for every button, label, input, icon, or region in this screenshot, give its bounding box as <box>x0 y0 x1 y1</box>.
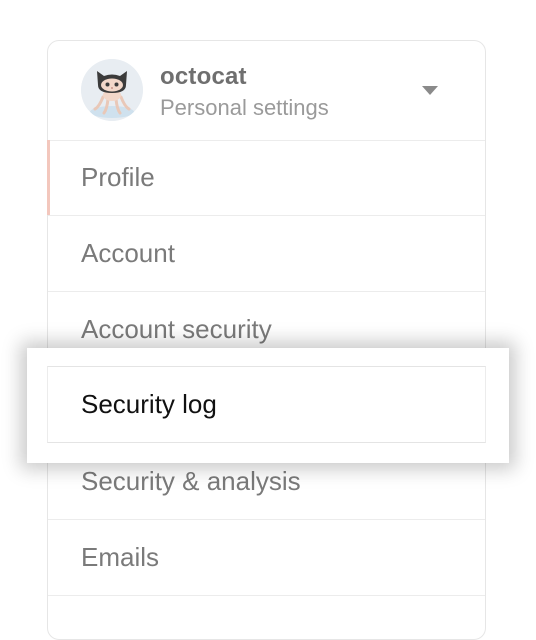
sidebar-item-label: Security log <box>81 389 217 419</box>
settings-sidebar: octocat Personal settings Profile Accoun… <box>47 40 486 640</box>
account-context-label: Personal settings <box>160 95 329 120</box>
active-indicator <box>47 140 50 215</box>
username: octocat <box>160 63 247 90</box>
octocat-avatar <box>81 59 143 121</box>
chevron-down-icon[interactable] <box>422 86 438 95</box>
sidebar-item-label: Profile <box>81 162 155 192</box>
sidebar-item-label: Account security <box>81 314 272 344</box>
sidebar-item-emails[interactable]: Emails <box>48 520 485 596</box>
account-switcher[interactable]: octocat Personal settings <box>48 41 485 141</box>
highlighted-item-callout: Security log <box>27 348 509 463</box>
sidebar-item-label: Account <box>81 238 175 268</box>
sidebar-item-label: Emails <box>81 542 160 572</box>
sidebar-item-security-log[interactable]: Security log <box>47 366 486 443</box>
sidebar-item-profile[interactable]: Profile <box>47 140 485 216</box>
sidebar-item-label: Security & analysis <box>81 466 301 496</box>
sidebar-item-account[interactable]: Account <box>48 216 485 292</box>
